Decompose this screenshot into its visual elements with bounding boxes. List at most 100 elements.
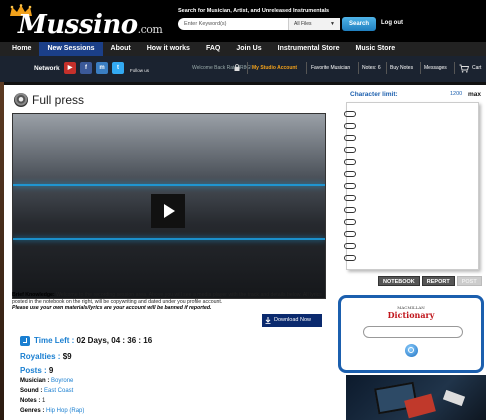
brief-knowledge: Brief Knowledge: Welcome to the recordin… bbox=[12, 292, 334, 312]
spiral-ring bbox=[344, 195, 356, 201]
separator bbox=[306, 62, 307, 74]
network-label: Network bbox=[34, 65, 60, 72]
separator bbox=[454, 62, 455, 74]
spiral-ring bbox=[344, 243, 356, 249]
royalties-label: Royalties : bbox=[20, 352, 61, 361]
search-button[interactable]: Search bbox=[342, 17, 376, 31]
spiral-ring bbox=[344, 207, 356, 213]
lock-icon bbox=[234, 64, 240, 71]
notes-row: Notes : 1 bbox=[20, 398, 45, 404]
notes-label: Notes : bbox=[20, 398, 41, 404]
player-glow-line bbox=[13, 238, 325, 240]
spiral-ring bbox=[344, 171, 356, 177]
media-player[interactable] bbox=[12, 113, 326, 299]
separator bbox=[420, 62, 421, 74]
warning-text: Please use your own materials/lyrics are… bbox=[12, 305, 212, 311]
musician-row: Musician : Boyrone bbox=[20, 378, 73, 384]
search-icon[interactable] bbox=[405, 344, 418, 357]
spiral-ring bbox=[344, 219, 356, 225]
nav-instrumental-store[interactable]: Instrumental Store bbox=[270, 42, 348, 56]
spiral-ring bbox=[344, 255, 356, 261]
nav-join-us[interactable]: Join Us bbox=[228, 42, 269, 56]
messages-link[interactable]: Messages bbox=[424, 65, 447, 71]
nav-about[interactable]: About bbox=[103, 42, 139, 56]
page-title: Full press bbox=[32, 93, 85, 107]
time-left-value: 02 Days, 04 : 36 : 16 bbox=[76, 336, 153, 345]
nav-music-store[interactable]: Music Store bbox=[347, 42, 403, 56]
follow-us-label: Follow us bbox=[130, 68, 150, 73]
youtube-icon[interactable]: ▶ bbox=[64, 62, 76, 74]
separator bbox=[247, 62, 248, 74]
royalties-value: $9 bbox=[62, 352, 72, 361]
sound-link[interactable]: East Coast bbox=[44, 388, 73, 394]
favorite-musician-link[interactable]: Favorite Musician bbox=[311, 65, 350, 71]
session-page: Full press Brief Knowledge: Welcome to t… bbox=[4, 85, 486, 420]
main-nav: Home New Sessions About How it works FAQ… bbox=[0, 42, 486, 56]
royalties: Royalties : $9 bbox=[20, 352, 72, 361]
character-limit-label: Character limit: bbox=[350, 91, 398, 98]
time-left-label: Time Left : bbox=[34, 336, 75, 345]
spiral-ring bbox=[344, 123, 356, 129]
nav-new-sessions[interactable]: New Sessions bbox=[39, 42, 103, 56]
cart-icon[interactable] bbox=[459, 64, 469, 73]
search-filter-value: All Files bbox=[294, 21, 312, 27]
chevron-down-icon: ▼ bbox=[330, 21, 335, 27]
facebook-icon[interactable]: f bbox=[80, 62, 92, 74]
brief-text: Welcome to the recording session area. A… bbox=[12, 292, 322, 305]
brand-name: Mussino bbox=[18, 10, 138, 40]
download-label: Download Now bbox=[274, 317, 311, 323]
twitter-icon[interactable]: t bbox=[112, 62, 124, 74]
dictionary-name: Dictionary bbox=[387, 310, 435, 320]
time-left: Time Left : 02 Days, 04 : 36 : 16 bbox=[34, 336, 152, 345]
musician-link[interactable]: Boyrone bbox=[51, 378, 73, 384]
download-button[interactable]: Download Now bbox=[262, 314, 322, 327]
separator bbox=[386, 62, 387, 74]
tab-post[interactable]: POST bbox=[456, 276, 482, 286]
ad-photo-object bbox=[442, 389, 466, 407]
dictionary-search-input[interactable] bbox=[363, 326, 463, 338]
tab-notebook[interactable]: NOTEBOOK bbox=[378, 276, 420, 286]
dictionary-widget: MACMILLAN Dictionary bbox=[338, 295, 484, 373]
character-limit-value: 1200 bbox=[450, 91, 463, 97]
genres-row: Genres : Hip Hop (Rap) bbox=[20, 408, 84, 414]
character-limit-max: max bbox=[468, 91, 482, 98]
logout-link[interactable]: Log out bbox=[381, 20, 403, 26]
search-filter-select[interactable]: All Files ▼ bbox=[288, 18, 340, 30]
posts-label: Posts : bbox=[20, 366, 47, 375]
welcome-message: Welcome Back RatedR8G! bbox=[192, 65, 252, 71]
sound-label: Sound : bbox=[20, 388, 43, 394]
search-caption: Search for Musician, Artist, and Unrelea… bbox=[178, 8, 330, 14]
download-icon bbox=[265, 317, 271, 324]
play-icon[interactable] bbox=[151, 194, 185, 228]
site-logo[interactable]: Mussino.com bbox=[6, 4, 163, 40]
advertisement-image[interactable] bbox=[346, 375, 486, 420]
site-header: Mussino.com Search for Musician, Artist,… bbox=[0, 0, 486, 42]
notebook-tabs: NOTEBOOK REPORT POST bbox=[378, 276, 482, 286]
brief-label: Brief Knowledge: bbox=[12, 292, 55, 298]
notes-count[interactable]: Notes: 6 bbox=[362, 65, 381, 71]
cart-link[interactable]: Cart bbox=[472, 65, 481, 71]
speaker-icon bbox=[14, 93, 28, 107]
brand-suffix: .com bbox=[137, 23, 163, 36]
tab-report[interactable]: REPORT bbox=[421, 276, 455, 286]
nav-how-it-works[interactable]: How it works bbox=[139, 42, 198, 56]
clock-icon bbox=[20, 336, 30, 346]
nav-home[interactable]: Home bbox=[0, 42, 39, 56]
musician-label: Musician : bbox=[20, 378, 50, 384]
notes-value: 1 bbox=[42, 398, 46, 404]
genres-link[interactable]: Hip Hop (Rap) bbox=[46, 408, 84, 414]
notebook-textarea[interactable] bbox=[344, 102, 479, 270]
spiral-ring bbox=[344, 159, 356, 165]
player-glow-line bbox=[13, 184, 325, 186]
myspace-icon[interactable]: m bbox=[96, 62, 108, 74]
nav-faq[interactable]: FAQ bbox=[198, 42, 228, 56]
my-studio-account-link[interactable]: My Studio Account bbox=[252, 65, 297, 71]
genres-label: Genres : bbox=[20, 408, 45, 414]
spiral-ring bbox=[344, 147, 356, 153]
buy-notes-link[interactable]: Buy Notes bbox=[390, 65, 413, 71]
spiral-ring bbox=[344, 111, 356, 117]
posts-value: 9 bbox=[48, 366, 54, 375]
separator bbox=[358, 62, 359, 74]
dictionary-logo: MACMILLAN Dictionary bbox=[341, 305, 481, 320]
posts: Posts : 9 bbox=[20, 366, 53, 375]
